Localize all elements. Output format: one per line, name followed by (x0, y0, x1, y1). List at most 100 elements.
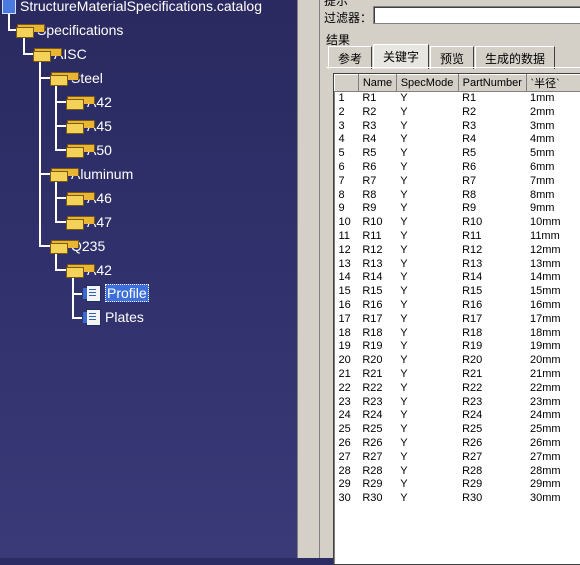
tree-connector (72, 317, 82, 319)
table-row[interactable]: 27R27YR2727mm (335, 451, 580, 465)
row-name-cell: R9 (358, 202, 396, 216)
table-row[interactable]: 2R2YR22mm (335, 106, 580, 120)
row-partnumber-cell: R16 (458, 299, 526, 313)
row-name-cell: R28 (358, 465, 396, 479)
row-radius-cell: 19mm (526, 340, 580, 354)
tab-reference[interactable]: 参考 (328, 46, 372, 69)
row-radius-cell: 15mm (526, 285, 580, 299)
row-partnumber-cell: R20 (458, 354, 526, 368)
table-row[interactable]: 11R11YR1111mm (335, 230, 580, 244)
table-row[interactable]: 22R22YR2222mm (335, 382, 580, 396)
table-row[interactable]: 24R24YR2424mm (335, 409, 580, 423)
table-row[interactable]: 12R12YR1212mm (335, 244, 580, 258)
keywords-table: Name SpecMode PartNumber `半径` 1R1YR11mm2… (334, 74, 580, 506)
row-specmode-cell: Y (396, 189, 458, 203)
table-row[interactable]: 6R6YR66mm (335, 161, 580, 175)
row-partnumber-cell: R3 (458, 120, 526, 134)
table-row[interactable]: 20R20YR2020mm (335, 354, 580, 368)
tree-node-steel[interactable]: Steel (50, 68, 103, 88)
table-row[interactable]: 28R28YR2828mm (335, 465, 580, 479)
row-partnumber-cell: R4 (458, 133, 526, 147)
table-row[interactable]: 25R25YR2525mm (335, 423, 580, 437)
tree-node-a46[interactable]: A46 (66, 188, 112, 208)
row-index-cell: 20 (335, 354, 359, 368)
folder-icon (50, 72, 68, 85)
row-specmode-cell: Y (396, 299, 458, 313)
row-partnumber-cell: R30 (458, 492, 526, 506)
table-row[interactable]: 5R5YR55mm (335, 147, 580, 161)
tree-node-a42-steel[interactable]: A42 (66, 92, 112, 112)
table-row[interactable]: 16R16YR1616mm (335, 299, 580, 313)
result-tabs: 参考 关键字 预览 生成的数据 (328, 46, 556, 68)
row-specmode-cell: Y (396, 230, 458, 244)
tree-connector (72, 278, 74, 318)
row-name-cell: R24 (358, 409, 396, 423)
row-index-cell: 9 (335, 202, 359, 216)
row-specmode-cell: Y (396, 451, 458, 465)
document-icon (86, 309, 101, 326)
row-index-cell: 15 (335, 285, 359, 299)
folder-icon (66, 120, 84, 133)
tab-generated-data[interactable]: 生成的数据 (475, 46, 555, 69)
tree-node-specifications[interactable]: Specifications (16, 20, 123, 40)
table-row[interactable]: 21R21YR2121mm (335, 368, 580, 382)
row-radius-cell: 11mm (526, 230, 580, 244)
table-row[interactable]: 7R7YR77mm (335, 175, 580, 189)
table-row[interactable]: 17R17YR1717mm (335, 313, 580, 327)
table-row[interactable]: 26R26YR2626mm (335, 437, 580, 451)
table-row[interactable]: 30R30YR3030mm (335, 492, 580, 506)
table-row[interactable]: 13R13YR1313mm (335, 258, 580, 272)
tree-node-a47[interactable]: A47 (66, 212, 112, 232)
tree-node-root[interactable]: StructureMaterialSpecifications.catalog (2, 0, 262, 16)
specification-tree: StructureMaterialSpecifications.catalog … (0, 0, 297, 558)
column-header-partnumber[interactable]: PartNumber (458, 75, 526, 92)
panel-splitter[interactable] (297, 0, 320, 558)
keywords-table-container[interactable]: Name SpecMode PartNumber `半径` 1R1YR11mm2… (333, 73, 580, 565)
row-specmode-cell: Y (396, 271, 458, 285)
tree-node-a50[interactable]: A50 (66, 140, 112, 160)
row-index-cell: 18 (335, 327, 359, 341)
row-index-cell: 4 (335, 133, 359, 147)
catalog-icon (2, 0, 16, 14)
folder-icon (66, 192, 84, 205)
row-specmode-cell: Y (396, 133, 458, 147)
tree-node-aisc[interactable]: AISC (33, 44, 87, 64)
tab-keywords[interactable]: 关键字 (373, 44, 429, 69)
filter-input[interactable] (373, 6, 580, 24)
table-row[interactable]: 4R4YR44mm (335, 133, 580, 147)
table-row[interactable]: 15R15YR1515mm (335, 285, 580, 299)
table-row[interactable]: 10R10YR1010mm (335, 216, 580, 230)
tree-connector (55, 86, 57, 150)
row-name-cell: R23 (358, 396, 396, 410)
column-header-index[interactable] (335, 75, 359, 92)
tree-node-a45[interactable]: A45 (66, 116, 112, 136)
tree-node-label: StructureMaterialSpecifications.catalog (20, 0, 262, 14)
table-row[interactable]: 14R14YR1414mm (335, 271, 580, 285)
column-header-name[interactable]: Name (358, 75, 396, 92)
table-row[interactable]: 9R9YR99mm (335, 202, 580, 216)
row-name-cell: R11 (358, 230, 396, 244)
table-row[interactable]: 1R1YR11mm (335, 92, 580, 106)
tab-preview[interactable]: 预览 (430, 46, 474, 69)
row-index-cell: 11 (335, 230, 359, 244)
table-row[interactable]: 19R19YR1919mm (335, 340, 580, 354)
table-row[interactable]: 18R18YR1818mm (335, 327, 580, 341)
table-row[interactable]: 29R29YR2929mm (335, 478, 580, 492)
tree-node-plates[interactable]: Plates (86, 307, 144, 327)
tree-node-a42-q235[interactable]: A42 (66, 260, 112, 280)
tree-node-aluminum[interactable]: Aluminum (50, 164, 133, 184)
tree-node-profile[interactable]: Profile (86, 283, 149, 303)
column-header-specmode[interactable]: SpecMode (396, 75, 458, 92)
table-row[interactable]: 3R3YR33mm (335, 120, 580, 134)
row-name-cell: R4 (358, 133, 396, 147)
row-name-cell: R20 (358, 354, 396, 368)
table-row[interactable]: 8R8YR88mm (335, 189, 580, 203)
tree-node-q235[interactable]: Q235 (50, 236, 105, 256)
row-radius-cell: 20mm (526, 354, 580, 368)
row-partnumber-cell: R21 (458, 368, 526, 382)
row-name-cell: R1 (358, 92, 396, 106)
table-row[interactable]: 23R23YR2323mm (335, 396, 580, 410)
row-partnumber-cell: R28 (458, 465, 526, 479)
row-name-cell: R18 (358, 327, 396, 341)
column-header-radius[interactable]: `半径` (526, 75, 580, 92)
